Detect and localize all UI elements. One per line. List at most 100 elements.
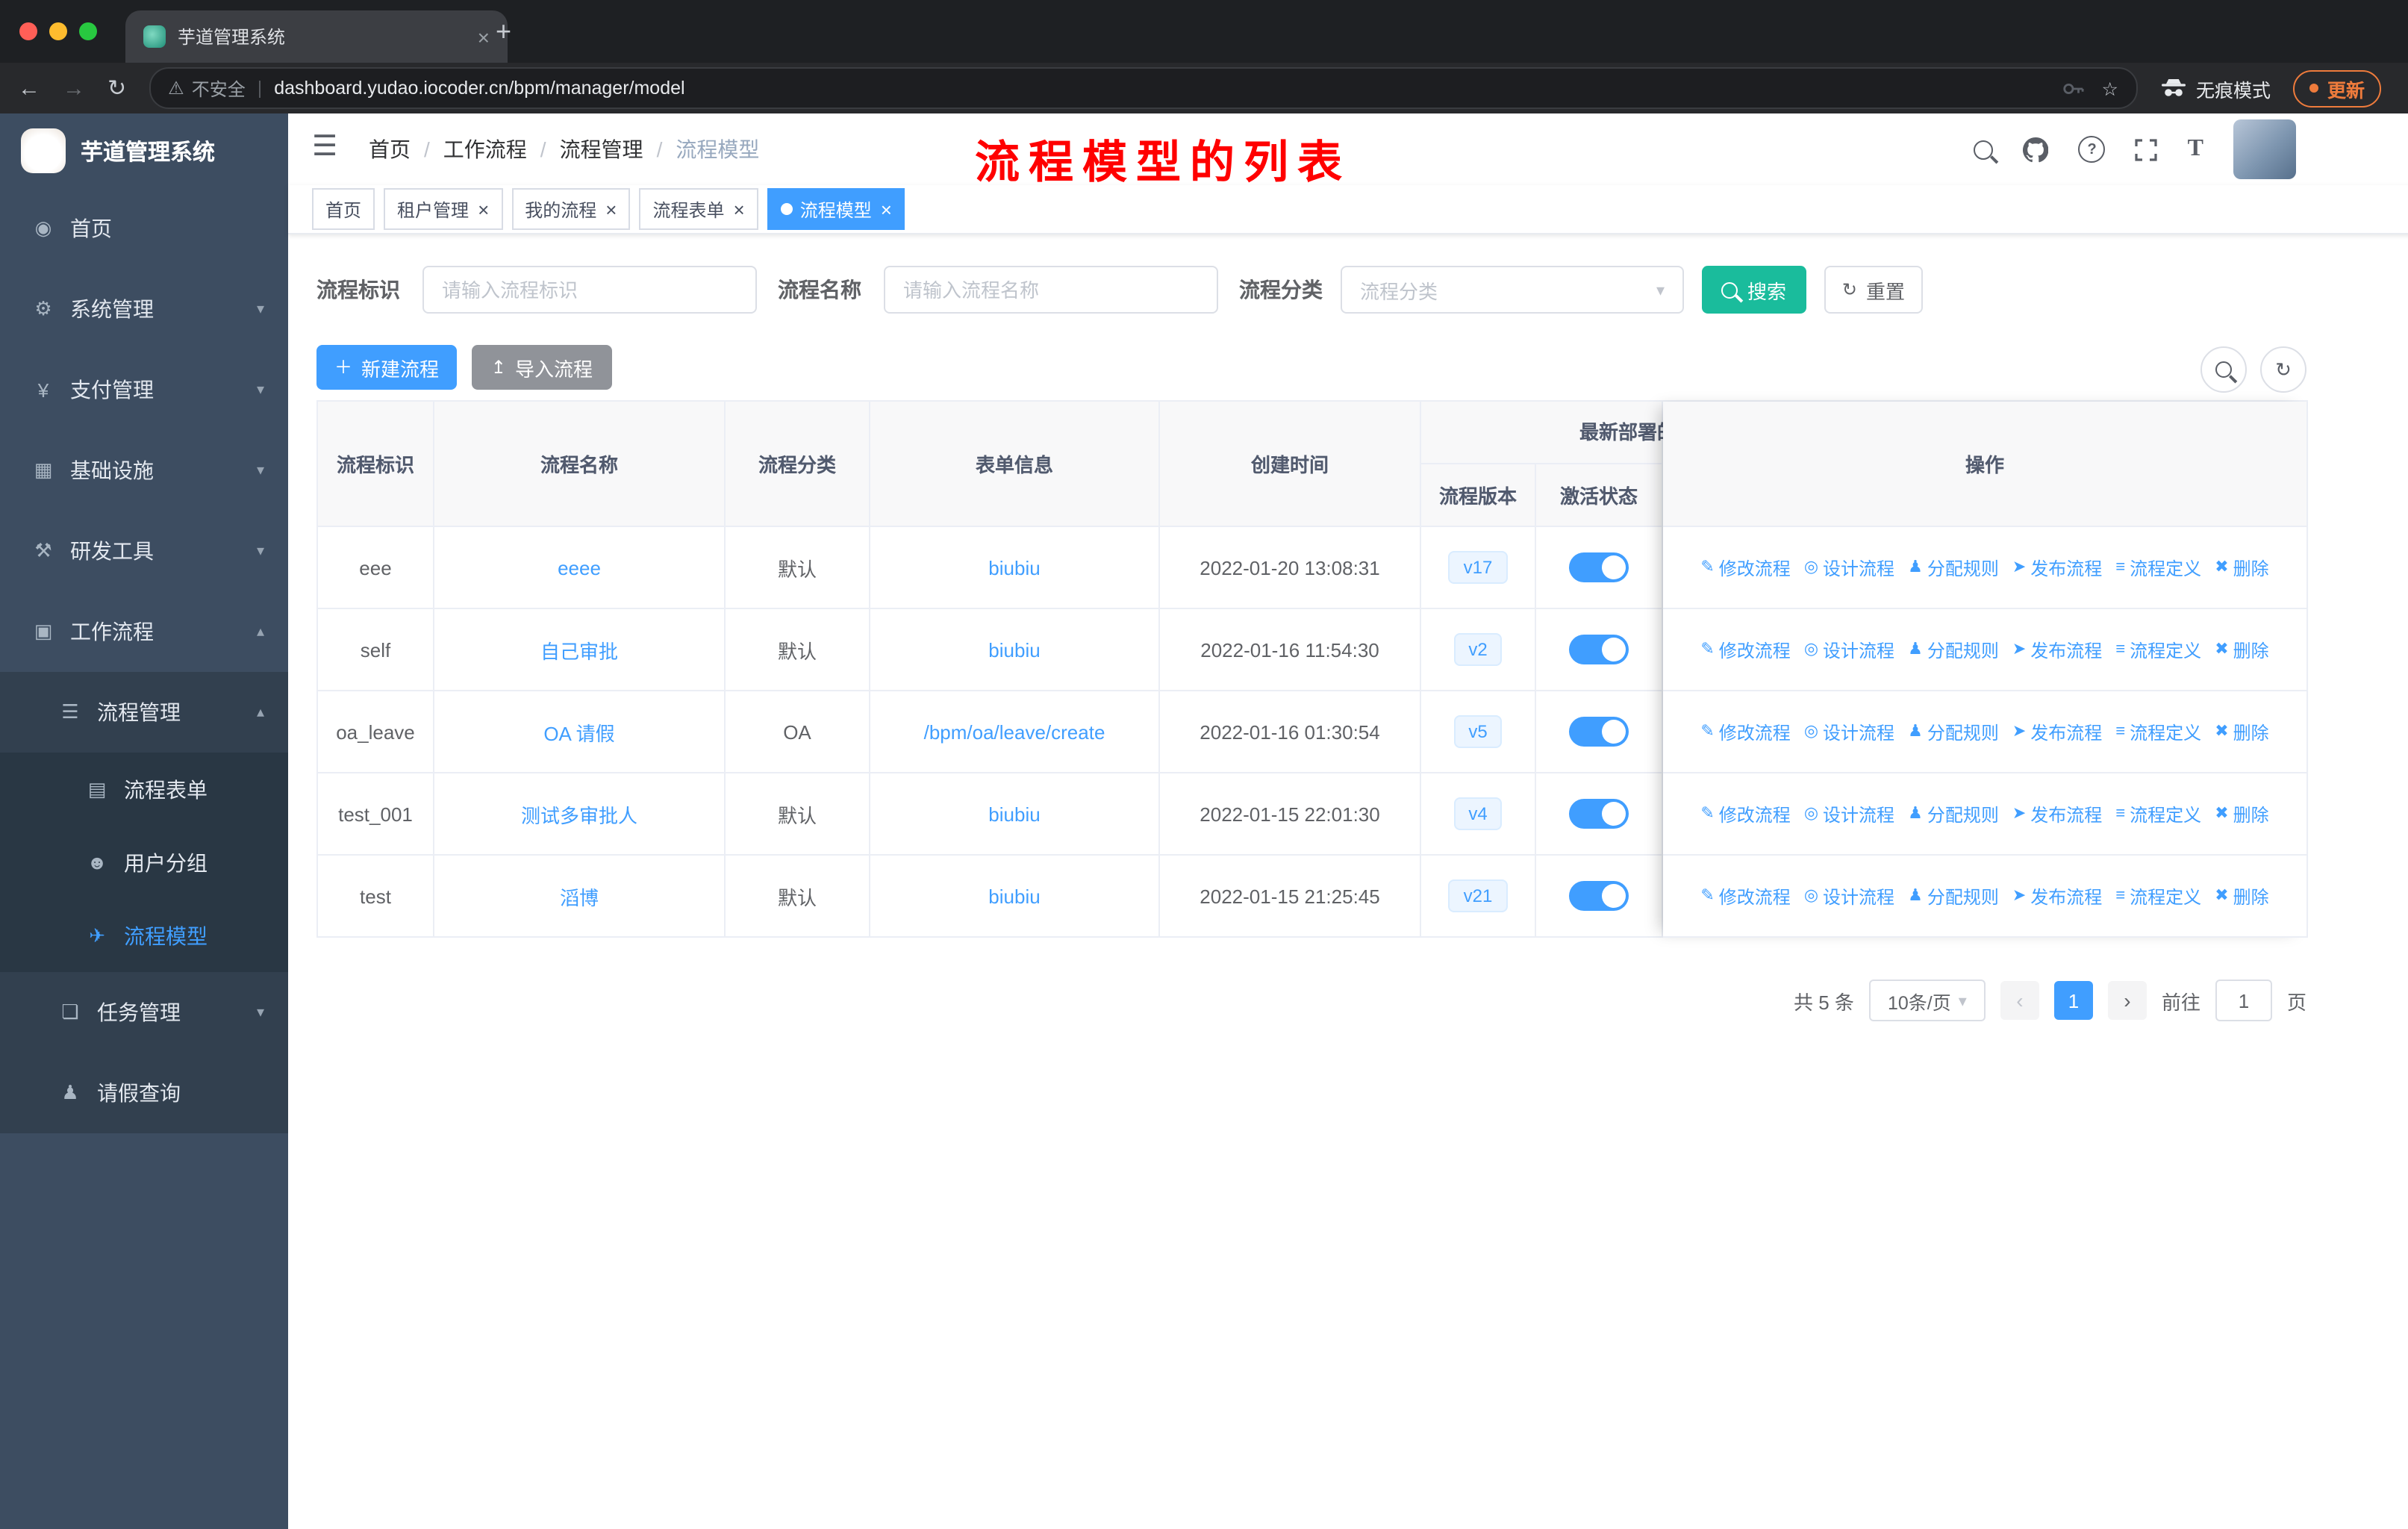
action-modify[interactable]: ✎ 修改流程 (1700, 555, 1790, 580)
sidebar-item-infrastructure[interactable]: ▦ 基础设施 ▾ (0, 430, 288, 511)
sidebar-item-process-form[interactable]: ▤ 流程表单 (0, 753, 288, 826)
process-category-select[interactable]: 流程分类 ▾ (1341, 266, 1684, 314)
active-toggle[interactable] (1569, 881, 1629, 911)
action-publish[interactable]: ➤ 发布流程 (2012, 555, 2102, 580)
process-id-input[interactable] (422, 266, 757, 314)
browser-tab[interactable]: 芋道管理系统 × (125, 10, 508, 63)
close-icon[interactable]: × (605, 199, 617, 219)
reload-icon[interactable]: ↻ (107, 77, 126, 99)
sidebar-item-home[interactable]: ◉ 首页 (0, 188, 288, 269)
goto-page-input[interactable] (2215, 980, 2272, 1021)
help-icon[interactable]: ? (2078, 136, 2106, 163)
active-toggle[interactable] (1569, 717, 1629, 747)
address-bar[interactable]: ⚠ 不安全 | dashboard.yudao.iocoder.cn/bpm/m… (149, 67, 2138, 109)
action-modify[interactable]: ✎ 修改流程 (1700, 637, 1790, 662)
action-design[interactable]: ◎ 设计流程 (1804, 555, 1894, 580)
tag-my-process[interactable]: 我的流程 × (511, 188, 631, 230)
breadcrumb-item[interactable]: 工作流程 (443, 134, 527, 164)
search-icon[interactable] (1974, 140, 1994, 159)
prev-page-button[interactable]: ‹ (2000, 981, 2039, 1020)
tag-home[interactable]: 首页 (312, 188, 375, 230)
active-toggle[interactable] (1569, 635, 1629, 664)
breadcrumb-item[interactable]: 流程管理 (560, 134, 643, 164)
tag-process-form[interactable]: 流程表单 × (639, 188, 758, 230)
action-assign-rule[interactable]: ♟ 分配规则 (1908, 719, 1999, 744)
breadcrumb-item[interactable]: 首页 (369, 134, 411, 164)
action-modify[interactable]: ✎ 修改流程 (1700, 883, 1790, 909)
process-name-link[interactable]: 滔博 (560, 882, 599, 910)
action-definition[interactable]: ≡ 流程定义 (2115, 719, 2201, 744)
action-delete[interactable]: ✖ 删除 (2215, 555, 2268, 580)
action-delete[interactable]: ✖ 删除 (2215, 801, 2268, 826)
minimize-window-button[interactable] (49, 22, 67, 40)
action-definition[interactable]: ≡ 流程定义 (2115, 555, 2201, 580)
close-window-button[interactable] (19, 22, 37, 40)
process-name-link[interactable]: OA 请假 (543, 717, 614, 746)
action-design[interactable]: ◎ 设计流程 (1804, 637, 1894, 662)
sidebar-item-leave-query[interactable]: ♟ 请假查询 (0, 1053, 288, 1133)
close-icon[interactable]: × (881, 199, 892, 219)
sidebar-item-task-management[interactable]: ❏ 任务管理 ▾ (0, 972, 288, 1053)
sidebar-item-user-group[interactable]: ☻ 用户分组 (0, 826, 288, 899)
back-icon[interactable]: ← (18, 77, 40, 99)
toggle-search-button[interactable] (2200, 346, 2247, 393)
action-design[interactable]: ◎ 设计流程 (1804, 719, 1894, 744)
sidebar-item-system-management[interactable]: ⚙ 系统管理 ▾ (0, 269, 288, 349)
action-modify[interactable]: ✎ 修改流程 (1700, 801, 1790, 826)
refresh-table-button[interactable]: ↻ (2260, 346, 2306, 393)
sidebar-item-dev-tools[interactable]: ⚒ 研发工具 ▾ (0, 511, 288, 591)
form-info-link[interactable]: biubiu (988, 638, 1040, 661)
page-size-select[interactable]: 10条/页 ▾ (1868, 980, 1986, 1021)
import-process-button[interactable]: ↥ 导入流程 (472, 345, 612, 390)
process-name-link[interactable]: 测试多审批人 (521, 800, 637, 828)
forward-icon[interactable]: → (63, 77, 85, 99)
key-icon[interactable] (2062, 77, 2084, 99)
zoom-window-button[interactable] (79, 22, 97, 40)
action-publish[interactable]: ➤ 发布流程 (2012, 883, 2102, 909)
action-publish[interactable]: ➤ 发布流程 (2012, 801, 2102, 826)
close-tab-icon[interactable]: × (478, 25, 490, 49)
action-assign-rule[interactable]: ♟ 分配规则 (1908, 637, 1999, 662)
sidebar-item-workflow[interactable]: ▣ 工作流程 ▴ (0, 591, 288, 672)
search-button[interactable]: 搜索 (1702, 266, 1806, 314)
action-modify[interactable]: ✎ 修改流程 (1700, 719, 1790, 744)
action-design[interactable]: ◎ 设计流程 (1804, 883, 1894, 909)
active-toggle[interactable] (1569, 552, 1629, 582)
form-info-link[interactable]: biubiu (988, 885, 1040, 907)
security-warning[interactable]: ⚠ 不安全 (168, 75, 246, 101)
github-icon[interactable] (2023, 137, 2049, 162)
process-name-link[interactable]: eeee (558, 556, 601, 579)
hamburger-icon[interactable]: ☰ (312, 133, 337, 161)
form-info-link[interactable]: biubiu (988, 556, 1040, 579)
close-icon[interactable]: × (478, 199, 489, 219)
sidebar-item-process-management[interactable]: ☰ 流程管理 ▴ (0, 672, 288, 753)
process-name-input[interactable] (884, 266, 1218, 314)
action-definition[interactable]: ≡ 流程定义 (2115, 801, 2201, 826)
close-icon[interactable]: × (734, 199, 745, 219)
browser-menu-icon[interactable]: ⋮ (2404, 75, 2408, 102)
active-toggle[interactable] (1569, 799, 1629, 829)
create-process-button[interactable]: ＋ 新建流程 (316, 345, 457, 390)
form-info-link[interactable]: /bpm/oa/leave/create (924, 720, 1105, 743)
current-page-button[interactable]: 1 (2053, 981, 2093, 1020)
action-delete[interactable]: ✖ 删除 (2215, 883, 2268, 909)
bookmark-star-icon[interactable]: ☆ (2102, 77, 2118, 99)
next-page-button[interactable]: › (2107, 981, 2147, 1020)
action-delete[interactable]: ✖ 删除 (2215, 637, 2268, 662)
action-definition[interactable]: ≡ 流程定义 (2115, 883, 2201, 909)
action-delete[interactable]: ✖ 删除 (2215, 719, 2268, 744)
font-size-icon[interactable]: T (2188, 136, 2203, 163)
action-assign-rule[interactable]: ♟ 分配规则 (1908, 883, 1999, 909)
action-publish[interactable]: ➤ 发布流程 (2012, 719, 2102, 744)
sidebar-item-payment-management[interactable]: ¥ 支付管理 ▾ (0, 349, 288, 430)
tag-process-model[interactable]: 流程模型 × (767, 188, 905, 230)
action-assign-rule[interactable]: ♟ 分配规则 (1908, 555, 1999, 580)
action-assign-rule[interactable]: ♟ 分配规则 (1908, 801, 1999, 826)
form-info-link[interactable]: biubiu (988, 803, 1040, 825)
avatar[interactable] (2233, 119, 2296, 179)
action-publish[interactable]: ➤ 发布流程 (2012, 637, 2102, 662)
reset-button[interactable]: ↻ 重置 (1824, 266, 1923, 314)
sidebar-item-process-model[interactable]: ✈ 流程模型 (0, 899, 288, 972)
action-definition[interactable]: ≡ 流程定义 (2115, 637, 2201, 662)
fullscreen-icon[interactable] (2136, 138, 2158, 161)
